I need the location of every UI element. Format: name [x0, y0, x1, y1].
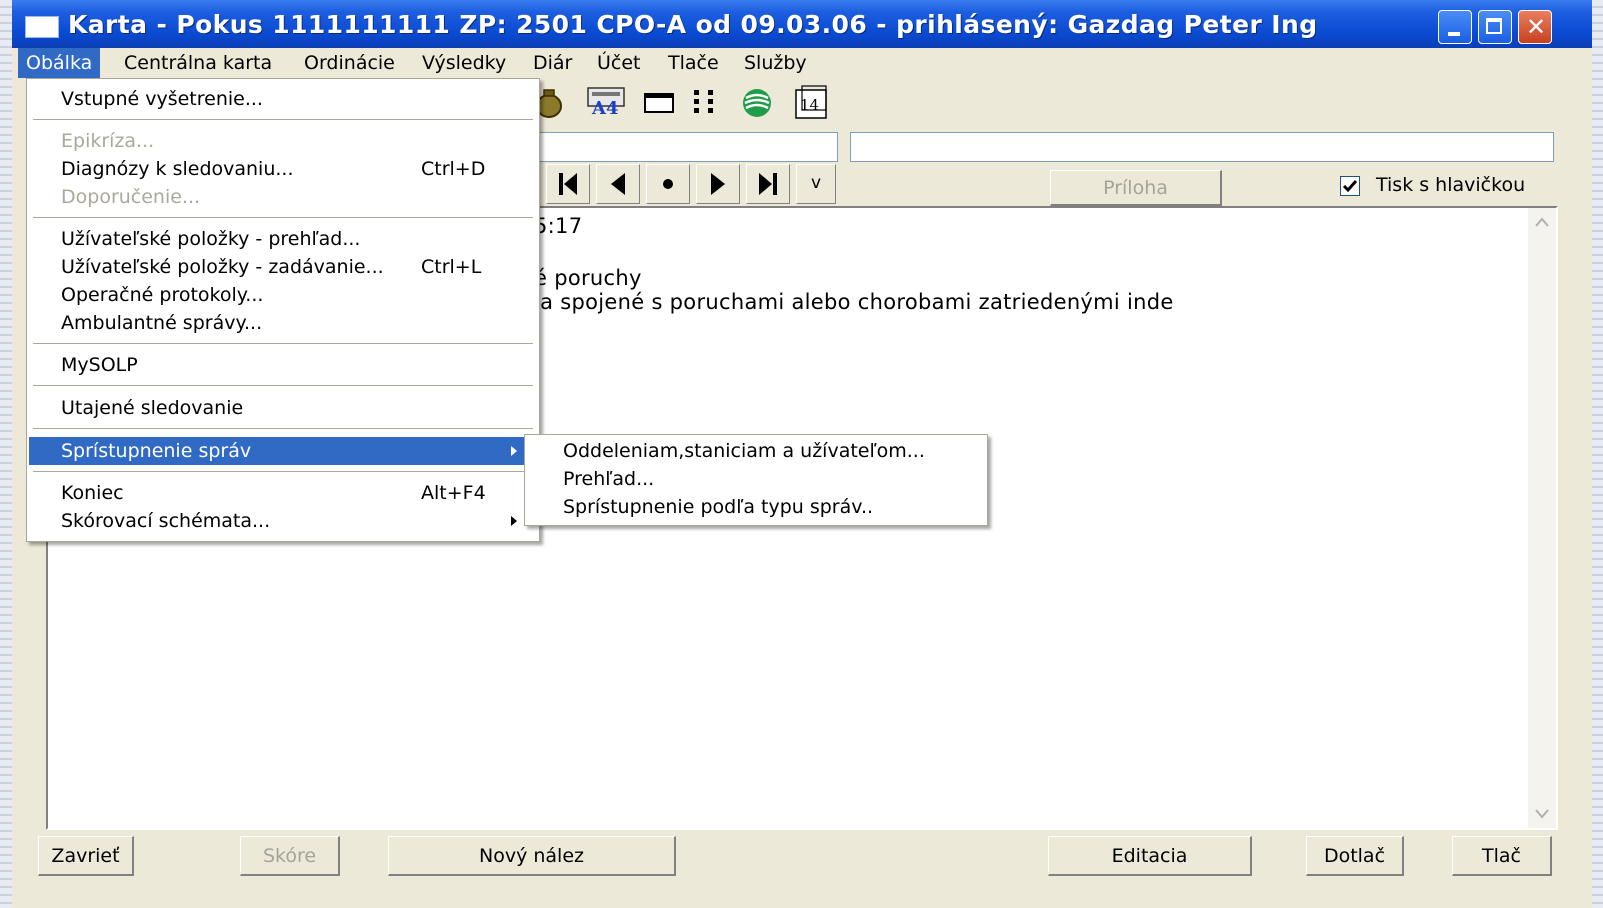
menu-separator — [33, 471, 533, 472]
calendar-day-label: 14 — [800, 96, 820, 114]
menu-item-koniec[interactable]: Koniec Alt+F4 — [29, 479, 535, 507]
slide-frame-left — [0, 0, 12, 908]
close-icon: ✕ — [1525, 13, 1547, 41]
submenu-arrow-icon — [511, 446, 517, 456]
record-field-left[interactable] — [512, 132, 838, 162]
nav-more-button[interactable]: v — [796, 164, 836, 204]
close-button[interactable]: Zavrieť — [38, 836, 134, 876]
print-header-checkbox[interactable] — [1340, 176, 1360, 196]
nav-prev-button[interactable] — [596, 164, 640, 204]
submenu-item-prehlad[interactable]: Prehľad... — [563, 465, 654, 493]
menu-obalka[interactable]: Obálka — [18, 48, 101, 78]
menu-item-diagnozy[interactable]: Diagnózy k sledovaniu... Ctrl+D — [29, 155, 535, 183]
menu-centralna-karta[interactable]: Centrálna karta — [116, 48, 280, 78]
title-bar: Karta - Pokus 1111111111 ZP: 2501 CPO-A … — [12, 0, 1592, 48]
reprint-button[interactable]: Dotlač — [1306, 836, 1404, 876]
menu-separator — [33, 428, 533, 429]
print-a4-label: A4 — [592, 98, 619, 119]
menu-separator — [33, 217, 533, 218]
menu-bar: Obálka Centrálna karta Ordinácie Výsledk… — [12, 48, 1592, 78]
menu-separator — [33, 119, 533, 120]
menu-item-vstupne-vysetrenie[interactable]: Vstupné vyšetrenie... — [29, 85, 535, 113]
obalka-dropdown-menu: Vstupné vyšetrenie... Epikríza... Diagnó… — [26, 78, 540, 542]
spristupnenie-submenu: Oddeleniam,staniciam a užívateľom... Pre… — [524, 434, 988, 526]
content-line: ia spojené s poruchami alebo chorobami z… — [534, 290, 1174, 314]
menu-diar[interactable]: Diár — [525, 48, 580, 78]
nav-current-button[interactable] — [646, 164, 690, 204]
menu-item-ambulantne-spravy[interactable]: Ambulantné správy... — [29, 309, 535, 337]
print-button[interactable]: Tlač — [1452, 836, 1552, 876]
minimize-button[interactable] — [1438, 10, 1472, 44]
scroll-up-icon[interactable] — [1528, 208, 1556, 236]
menu-item-skorovacie-schemata[interactable]: Skórovací schémata... — [29, 507, 535, 535]
window-icon — [25, 16, 59, 38]
menu-item-uzivatelske-prehlad[interactable]: Užívateľské položky - prehľad... — [29, 225, 535, 253]
menu-ucet[interactable]: Účet — [589, 48, 649, 78]
content-line: 5:17 — [534, 214, 583, 238]
vertical-scrollbar[interactable] — [1528, 208, 1556, 828]
submenu-item-oddeleniam[interactable]: Oddeleniam,staniciam a užívateľom... — [563, 437, 925, 465]
print-a4-icon[interactable]: A4 — [584, 84, 628, 122]
nav-next-button[interactable] — [696, 164, 740, 204]
menu-separator — [33, 343, 533, 344]
attachment-button[interactable]: Príloha — [1050, 170, 1222, 206]
menu-item-utajene-sledovanie[interactable]: Utajené sledovanie — [29, 394, 535, 422]
new-finding-button[interactable]: Nový nález — [388, 836, 676, 876]
submenu-arrow-icon — [511, 516, 517, 526]
nav-first-button[interactable] — [546, 164, 590, 204]
menu-vysledky[interactable]: Výsledky — [414, 48, 514, 78]
window-view-icon[interactable] — [642, 84, 676, 122]
menu-item-mysolp[interactable]: MySOLP — [29, 351, 535, 379]
calendar-icon[interactable]: 14 — [792, 84, 830, 122]
content-line: é poruchy — [534, 266, 642, 290]
menu-tlace[interactable]: Tlače — [660, 48, 727, 78]
window-title: Karta - Pokus 1111111111 ZP: 2501 CPO-A … — [68, 10, 1318, 39]
menu-ordinacie[interactable]: Ordinácie — [296, 48, 403, 78]
green-logo-icon[interactable] — [738, 84, 776, 122]
app-window: Karta - Pokus 1111111111 ZP: 2501 CPO-A … — [12, 0, 1592, 908]
scroll-down-icon[interactable] — [1528, 800, 1556, 828]
edit-button[interactable]: Editacia — [1048, 836, 1252, 876]
menu-item-epikriza: Epikríza... — [61, 130, 155, 152]
submenu-item-podla-typu[interactable]: Sprístupnenie podľa typu správ.. — [563, 493, 873, 521]
menu-separator — [33, 385, 533, 386]
menu-item-spristupnenie-sprav[interactable]: Sprístupnenie správ — [29, 437, 535, 465]
nav-last-button[interactable] — [746, 164, 790, 204]
slide-frame-right — [1592, 0, 1603, 908]
menu-item-doporucenie: Doporučenie... — [61, 186, 201, 208]
menu-item-operacne-protokoly[interactable]: Operačné protokoly... — [29, 281, 535, 309]
print-header-label: Tisk s hlavičkou — [1376, 174, 1526, 196]
score-button[interactable]: Skóre — [240, 836, 340, 876]
menu-sluzby[interactable]: Služby — [736, 48, 815, 78]
record-field-right[interactable] — [850, 132, 1554, 162]
list-columns-icon[interactable] — [688, 84, 722, 122]
menu-item-uzivatelske-zadavanie[interactable]: Užívateľské položky - zadávanie... Ctrl+L — [29, 253, 535, 281]
close-window-button[interactable]: ✕ — [1518, 10, 1552, 44]
maximize-button[interactable] — [1478, 10, 1512, 44]
